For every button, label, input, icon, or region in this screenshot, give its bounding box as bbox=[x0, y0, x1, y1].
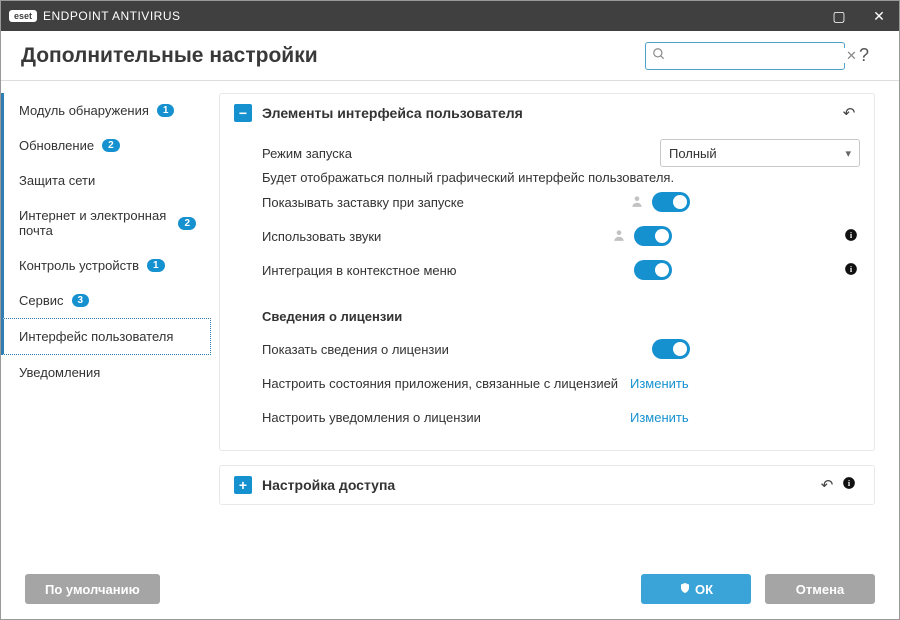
sidebar-item-label: Контроль устройств bbox=[19, 258, 139, 273]
reset-icon[interactable]: ↶ bbox=[816, 476, 838, 494]
panel-ui-elements: − Элементы интерфейса пользователя ↶ Реж… bbox=[219, 93, 875, 451]
expand-icon[interactable]: + bbox=[234, 476, 252, 494]
license-show-label: Показать сведения о лицензии bbox=[262, 342, 630, 357]
start-mode-select[interactable]: Полный ▾ bbox=[660, 139, 860, 167]
splash-toggle[interactable] bbox=[652, 192, 690, 212]
shield-icon bbox=[679, 582, 691, 597]
sidebar: Модуль обнаружения 1 Обновление 2 Защита… bbox=[1, 81, 211, 559]
search-box[interactable]: ✕ bbox=[645, 42, 845, 70]
sidebar-badge: 2 bbox=[178, 217, 196, 230]
sidebar-item-network[interactable]: Защита сети bbox=[1, 163, 211, 198]
sidebar-item-device-control[interactable]: Контроль устройств 1 bbox=[1, 248, 211, 283]
close-button[interactable]: ✕ bbox=[859, 1, 899, 31]
sidebar-item-internet-email[interactable]: Интернет и электронная почта 2 bbox=[1, 198, 211, 248]
sidebar-item-service[interactable]: Сервис 3 bbox=[1, 283, 211, 318]
info-icon[interactable]: i bbox=[842, 262, 860, 279]
panel-header[interactable]: + Настройка доступа ↶ i bbox=[220, 466, 874, 504]
sidebar-item-label: Модуль обнаружения bbox=[19, 103, 149, 118]
sidebar-item-ui[interactable]: Интерфейс пользователя bbox=[1, 318, 211, 355]
context-menu-label: Интеграция в контекстное меню bbox=[262, 263, 612, 278]
panel-access: + Настройка доступа ↶ i bbox=[219, 465, 875, 505]
search-input[interactable] bbox=[670, 48, 846, 63]
page-title: Дополнительные настройки bbox=[21, 44, 645, 68]
sidebar-item-label: Защита сети bbox=[19, 173, 95, 188]
sounds-toggle[interactable] bbox=[634, 226, 672, 246]
start-mode-value: Полный bbox=[669, 146, 845, 161]
maximize-button[interactable]: ▢ bbox=[819, 1, 859, 31]
brand-badge: eset bbox=[9, 10, 37, 22]
sidebar-item-label: Интерфейс пользователя bbox=[19, 329, 173, 344]
collapse-icon[interactable]: − bbox=[234, 104, 252, 122]
sidebar-item-label: Интернет и электронная почта bbox=[19, 208, 170, 238]
page-header: Дополнительные настройки ✕ ? bbox=[1, 31, 899, 81]
sidebar-badge: 2 bbox=[102, 139, 120, 152]
panel-header[interactable]: − Элементы интерфейса пользователя ↶ bbox=[220, 94, 874, 132]
info-icon[interactable]: i bbox=[838, 476, 860, 494]
sidebar-item-label: Сервис bbox=[19, 293, 64, 308]
user-icon bbox=[630, 194, 644, 211]
app-title: ENDPOINT ANTIVIRUS bbox=[43, 9, 819, 23]
search-icon bbox=[652, 47, 666, 64]
sidebar-item-detection[interactable]: Модуль обнаружения 1 bbox=[1, 93, 211, 128]
splash-label: Показывать заставку при запуске bbox=[262, 195, 630, 210]
panel-title: Настройка доступа bbox=[262, 477, 816, 493]
footer: По умолчанию ОК Отмена bbox=[1, 559, 899, 619]
start-mode-label: Режим запуска bbox=[262, 146, 660, 161]
cancel-button[interactable]: Отмена bbox=[765, 574, 875, 604]
reset-icon[interactable]: ↶ bbox=[838, 104, 860, 122]
info-icon[interactable]: i bbox=[842, 228, 860, 245]
title-bar: eset ENDPOINT ANTIVIRUS ▢ ✕ bbox=[1, 1, 899, 31]
sidebar-badge: 1 bbox=[147, 259, 165, 272]
ok-button[interactable]: ОК bbox=[641, 574, 751, 604]
sidebar-badge: 1 bbox=[157, 104, 175, 117]
clear-search-icon[interactable]: ✕ bbox=[846, 48, 857, 64]
license-show-toggle[interactable] bbox=[652, 339, 690, 359]
sidebar-item-notifications[interactable]: Уведомления bbox=[1, 355, 211, 390]
chevron-down-icon: ▾ bbox=[845, 147, 851, 160]
user-icon bbox=[612, 228, 626, 245]
license-notifs-edit-link[interactable]: Изменить bbox=[630, 410, 689, 425]
license-states-edit-link[interactable]: Изменить bbox=[630, 376, 689, 391]
sidebar-item-label: Обновление bbox=[19, 138, 94, 153]
license-heading: Сведения о лицензии bbox=[262, 309, 860, 324]
defaults-button[interactable]: По умолчанию bbox=[25, 574, 160, 604]
window-controls: ▢ ✕ bbox=[819, 1, 899, 31]
license-notifs-label: Настроить уведомления о лицензии bbox=[262, 410, 630, 425]
start-mode-hint: Будет отображаться полный графический ин… bbox=[262, 170, 860, 185]
panel-title: Элементы интерфейса пользователя bbox=[262, 105, 838, 121]
sidebar-badge: 3 bbox=[72, 294, 90, 307]
context-menu-toggle[interactable] bbox=[634, 260, 672, 280]
content-area: − Элементы интерфейса пользователя ↶ Реж… bbox=[211, 81, 899, 559]
sounds-label: Использовать звуки bbox=[262, 229, 612, 244]
license-states-label: Настроить состояния приложения, связанны… bbox=[262, 376, 630, 391]
sidebar-item-update[interactable]: Обновление 2 bbox=[1, 128, 211, 163]
sidebar-item-label: Уведомления bbox=[19, 365, 100, 380]
